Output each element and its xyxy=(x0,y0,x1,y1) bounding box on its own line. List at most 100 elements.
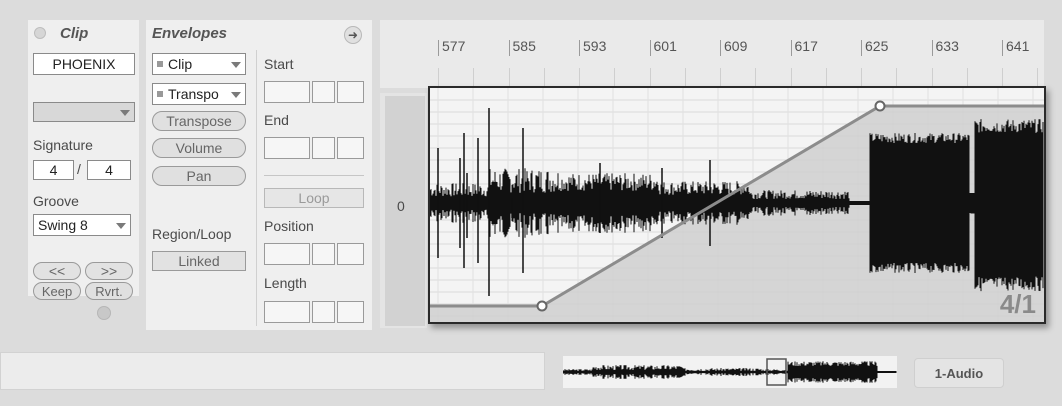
start-sixteenth-field[interactable] xyxy=(337,81,364,103)
ruler-bar-label: 577 xyxy=(442,38,466,54)
ruler-bar-label: 601 xyxy=(653,38,677,54)
groove-label: Groove xyxy=(33,193,79,209)
keep-button[interactable]: Keep xyxy=(33,282,81,300)
envelope-control-value: Transpo xyxy=(168,86,219,102)
ruler-subtick xyxy=(966,68,968,88)
clip-activator-icon[interactable] xyxy=(34,27,46,39)
ruler-tick xyxy=(649,40,651,56)
zero-label: 0 xyxy=(397,198,405,214)
chevron-down-icon xyxy=(116,223,126,229)
sample-editor[interactable]: 4/1 xyxy=(428,86,1046,324)
ruler-bar-label: 633 xyxy=(935,38,959,54)
signature-denominator-field[interactable]: 4 xyxy=(87,160,131,180)
nudge-forward-button[interactable]: >> xyxy=(85,262,133,280)
ruler-bar-label: 609 xyxy=(724,38,748,54)
zoom-readout: 4/1 xyxy=(999,289,1036,319)
signature-numerator-field[interactable]: 4 xyxy=(33,160,74,180)
ruler-subtick xyxy=(508,68,510,88)
position-label: Position xyxy=(264,218,314,234)
envelope-device-mark-icon xyxy=(157,61,163,67)
ruler-subtick xyxy=(473,68,475,88)
panel-divider xyxy=(256,50,257,326)
nudge-back-button[interactable]: << xyxy=(33,262,81,280)
length-sixteenth-field[interactable] xyxy=(337,301,364,323)
ruler-bar-label: 641 xyxy=(1006,38,1030,54)
pan-button[interactable]: Pan xyxy=(152,166,246,186)
ruler-subtick xyxy=(579,68,580,88)
clip-panel: Clip PHOENIX Signature 4 / 4 Groove Swin… xyxy=(28,20,139,300)
ruler-bar-label: 593 xyxy=(583,38,607,54)
overview-waveform-body xyxy=(562,361,897,383)
track-label-button[interactable]: 1-Audio xyxy=(914,358,1004,388)
revert-button[interactable]: Rvrt. xyxy=(85,282,133,300)
ruler-subtick xyxy=(896,68,898,88)
ruler-subtick xyxy=(614,68,616,88)
overview-waveform[interactable] xyxy=(562,356,897,388)
ruler-bar-label: 617 xyxy=(794,38,818,54)
ruler-tick xyxy=(438,40,439,56)
timeline-ruler[interactable]: 577 585 593 601 609 617 625 633 641 xyxy=(380,20,1044,88)
ruler-tick xyxy=(1002,40,1003,56)
clip-color-select[interactable] xyxy=(33,102,135,122)
ruler-tick xyxy=(931,40,933,56)
expand-icon[interactable] xyxy=(97,306,111,320)
position-beat-field[interactable] xyxy=(312,243,335,265)
end-label: End xyxy=(264,112,289,128)
chevron-down-icon xyxy=(231,62,241,68)
chevron-down-icon xyxy=(120,110,130,116)
ruler-subtick xyxy=(684,68,686,88)
chevron-down-icon xyxy=(231,92,241,98)
envelope-control-mark-icon xyxy=(157,91,163,97)
envelope-breakpoint-end xyxy=(874,100,886,112)
end-beat-field[interactable] xyxy=(312,137,335,159)
region-loop-label: Region/Loop xyxy=(152,226,232,242)
ruler-subtick xyxy=(931,68,933,88)
start-bar-field[interactable] xyxy=(264,81,310,103)
envelope-breakpoint-start xyxy=(536,300,548,312)
end-sixteenth-field[interactable] xyxy=(337,137,364,159)
overview-waveform-svg xyxy=(562,358,897,386)
volume-button[interactable]: Volume xyxy=(152,138,246,158)
groove-select[interactable]: Swing 8 xyxy=(33,214,131,236)
signature-label: Signature xyxy=(33,137,93,153)
end-bar-field[interactable] xyxy=(264,137,310,159)
ruler-tick xyxy=(790,40,792,56)
length-bar-field[interactable] xyxy=(264,301,310,323)
ruler-bar-label: 585 xyxy=(512,38,536,54)
loop-button[interactable]: Loop xyxy=(264,188,364,208)
ruler-subtick xyxy=(825,68,827,88)
envelope-control-select[interactable]: Transpo xyxy=(152,83,246,105)
ruler-subtick xyxy=(1037,68,1039,88)
length-beat-field[interactable] xyxy=(312,301,335,323)
signature-separator: / xyxy=(77,161,81,177)
start-beat-field[interactable] xyxy=(312,81,335,103)
linked-button[interactable]: Linked xyxy=(152,251,246,271)
position-bar-field[interactable] xyxy=(264,243,310,265)
waveform-display[interactable] xyxy=(430,88,1044,322)
clip-name-field[interactable]: PHOENIX xyxy=(33,53,135,75)
ruler-subtick xyxy=(438,68,439,88)
envelopes-panel-title: Envelopes xyxy=(152,25,228,42)
envelope-device-select[interactable]: Clip xyxy=(152,53,246,75)
ruler-subtick xyxy=(1002,68,1003,88)
ruler-subtick xyxy=(790,68,792,88)
ruler-subtick xyxy=(720,68,721,88)
ruler-subtick xyxy=(861,68,862,88)
ruler-tick xyxy=(720,40,721,56)
ruler-subtick xyxy=(543,68,545,88)
editor-scale-strip xyxy=(385,96,425,326)
ruler-tick xyxy=(861,40,862,56)
length-label: Length xyxy=(264,275,307,291)
clip-panel-title: Clip xyxy=(60,25,89,42)
transpose-button[interactable]: Transpose xyxy=(152,111,246,131)
position-sixteenth-field[interactable] xyxy=(337,243,364,265)
ruler-tick xyxy=(508,40,510,56)
start-label: Start xyxy=(264,56,294,72)
ruler-bar-label: 625 xyxy=(865,38,889,54)
ruler-subtick xyxy=(755,68,757,88)
envelope-device-value: Clip xyxy=(168,56,193,72)
ruler-tick xyxy=(579,40,580,56)
envelopes-panel: Envelopes ➜ Clip Transpo Transpose Volum… xyxy=(146,20,372,330)
arrow-right-icon[interactable]: ➜ xyxy=(344,26,362,44)
ruler-subtick xyxy=(649,68,651,88)
